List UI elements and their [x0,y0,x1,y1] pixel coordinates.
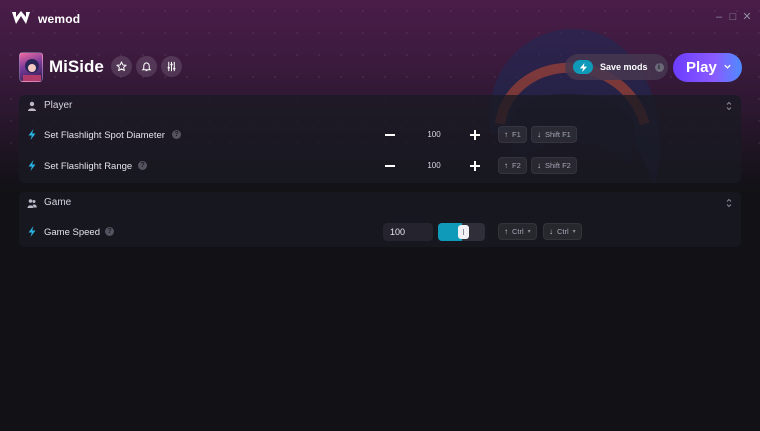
save-mods-switch[interactable] [573,60,593,74]
mod-row: Game Speed ? 100 ↑ Ctrl ▾ ↓ Ctrl ▾ [19,219,741,245]
hotkey-label: F2 [512,161,521,170]
game-speed-input[interactable]: 100 [383,223,433,241]
section-header: Player [19,95,741,117]
wemod-app: wemod – □ ✕ MiSide Save mods i Play Play… [0,0,760,431]
increase-button[interactable] [468,159,482,173]
mod-row: Set Flashlight Range ? 100 ↑ F2 ↓ Shift … [19,153,741,179]
hotkey-increase[interactable]: ↑ Ctrl ▾ [498,223,537,240]
chevron-down-icon: ▾ [572,229,576,235]
arrow-down-icon: ↓ [549,227,553,236]
section-title: Player [44,100,73,111]
wemod-logo-icon [12,11,30,24]
section-title: Game [44,197,72,208]
decrease-button[interactable] [383,128,397,142]
person-icon [28,101,36,111]
play-button[interactable]: Play [673,53,742,82]
notifications-button[interactable] [136,56,157,77]
collapse-icon[interactable] [725,198,733,208]
save-mods-toggle[interactable]: Save mods i [565,54,668,80]
close-button[interactable]: ✕ [741,11,753,23]
hotkey-increase[interactable]: ↑ F1 [498,126,527,143]
decrease-button[interactable] [383,159,397,173]
hotkey-decrease[interactable]: ↓ Shift F1 [531,126,577,143]
sliders-icon [167,61,176,72]
help-icon[interactable]: ? [172,130,181,139]
star-icon [116,61,127,72]
arrow-up-icon: ↑ [504,130,508,139]
title-bar: wemod – □ ✕ [0,0,760,36]
section-player: Player Set Flashlight Spot Diameter ? 10… [19,95,741,183]
increase-button[interactable] [468,128,482,142]
mod-row: Set Flashlight Spot Diameter ? 100 ↑ F1 … [19,122,741,148]
hotkey-label: F1 [512,130,521,139]
bolt-icon [28,129,36,140]
people-icon [27,199,37,208]
bolt-icon [28,226,36,237]
hotkey-decrease[interactable]: ↓ Ctrl ▾ [543,223,582,240]
chevron-down-icon: ▾ [527,229,531,235]
game-thumbnail [19,52,43,82]
hotkey-label: Ctrl [557,227,569,236]
section-game: Game Game Speed ? 100 ↑ Ctrl ▾ ↓ Ctrl ▾ [19,192,741,247]
help-icon[interactable]: ? [105,227,114,236]
arrow-down-icon: ↓ [537,161,541,170]
game-speed-slider[interactable] [438,223,485,241]
favorite-button[interactable] [111,56,132,77]
brand-name: wemod [38,12,81,26]
hotkey-label: Shift F2 [545,161,571,170]
bell-icon [141,62,152,72]
arrow-up-icon: ↑ [504,161,508,170]
minimize-button[interactable]: – [713,11,725,23]
bolt-icon [579,62,587,72]
slider-thumb[interactable] [457,225,469,239]
bolt-icon [28,160,36,171]
section-header: Game [19,192,741,214]
mod-label: Game Speed [44,227,100,238]
save-mods-label: Save mods [600,62,648,72]
game-title: MiSide [49,57,104,76]
info-icon[interactable]: i [654,62,664,72]
mod-value[interactable]: 100 [414,161,454,170]
help-icon[interactable]: ? [138,161,147,170]
collapse-icon[interactable] [725,101,733,111]
hotkey-label: Ctrl [512,227,524,236]
settings-button[interactable] [161,56,182,77]
hotkey-increase[interactable]: ↑ F2 [498,157,527,174]
arrow-down-icon: ↓ [537,130,541,139]
maximize-button[interactable]: □ [727,11,739,23]
mod-value[interactable]: 100 [414,130,454,139]
mod-label: Set Flashlight Spot Diameter [44,130,165,141]
chevron-down-icon[interactable] [723,62,732,71]
game-cover-icon [23,59,41,81]
play-label: Play [686,59,717,76]
arrow-up-icon: ↑ [504,227,508,236]
hotkey-label: Shift F1 [545,130,571,139]
hotkey-decrease[interactable]: ↓ Shift F2 [531,157,577,174]
mod-label: Set Flashlight Range [44,161,133,172]
